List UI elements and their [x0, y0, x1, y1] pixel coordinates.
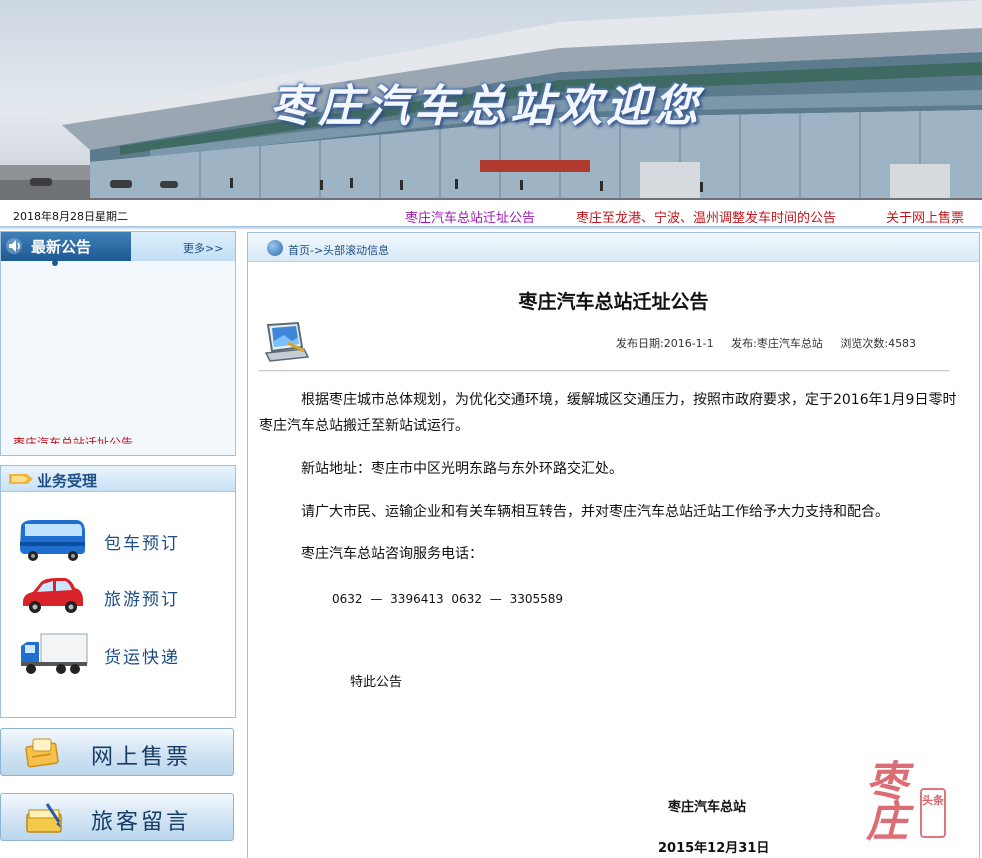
top-link-relocation-notice[interactable]: 枣庄汽车总站迁址公告 [405, 207, 535, 226]
current-date: 2018年8月28日星期二 [13, 210, 128, 223]
passenger-message-button[interactable]: 旅客留言 [0, 793, 234, 841]
publisher: 发布:枣庄汽车总站 [731, 337, 823, 350]
truck-icon [21, 633, 88, 674]
globe-icon [267, 240, 283, 256]
article-paragraph-4: 枣庄汽车总站咨询服务电话： [301, 546, 483, 562]
tab-pointer [52, 260, 58, 266]
watermark-seal: 头条 [920, 788, 946, 838]
bus-icon [20, 520, 85, 561]
car-icon [23, 578, 83, 613]
latest-notices-tab: 最新公告 [1, 232, 131, 261]
signature-date: 2015年12月31日 [658, 841, 770, 856]
signature-organization: 枣庄汽车总站 [668, 800, 747, 815]
online-ticketing-button[interactable]: 网上售票 [0, 728, 234, 776]
view-count: 浏览次数:4583 [840, 337, 917, 350]
charter-booking-item[interactable]: 包车预订 [17, 516, 227, 564]
scrolling-notice-text: 枣庄汽车总站迁址公告 [13, 436, 134, 444]
tour-booking-item[interactable]: 旅游预订 [17, 572, 227, 620]
header-banner: 枣庄汽车总站欢迎您 [0, 0, 982, 200]
computer-notice-icon [264, 321, 310, 362]
publish-date: 发布日期:2016-1-1 [616, 337, 714, 350]
speaker-icon [6, 238, 22, 254]
freight-delivery-label: 货运快递 [104, 648, 180, 668]
article-paragraph-2: 新站地址：枣庄市中区光明东路与东外环路交汇处。 [301, 461, 623, 477]
closing-remark: 特此公告 [350, 675, 403, 690]
charter-booking-label: 包车预订 [104, 534, 180, 554]
article-divider [259, 370, 949, 372]
article-title: 枣庄汽车总站迁址公告 [518, 291, 709, 313]
tour-booking-label: 旅游预订 [104, 590, 180, 610]
article-paragraph-3: 请广大市民、运输企业和有关车辆相互转告，并对枣庄汽车总站迁站工作给予大力支持和配… [301, 504, 889, 520]
services-header: 业务受理 [1, 466, 235, 492]
online-ticketing-label: 网上售票 [91, 745, 192, 770]
passenger-message-label: 旅客留言 [91, 810, 192, 835]
toutiao-watermark: 枣庄 头条 [862, 760, 962, 850]
article-meta: 发布日期:2016-1-1 发布:枣庄汽车总站 浏览次数:4583 [616, 335, 930, 351]
ticket-icon [25, 738, 59, 768]
services-title: 业务受理 [37, 472, 98, 490]
header-divider [0, 226, 982, 230]
message-icon [26, 803, 62, 833]
latest-notices-panel: 最新公告 更多>> 枣庄汽车总站迁址公告 [0, 231, 236, 456]
freight-delivery-item[interactable]: 货运快递 [17, 630, 227, 678]
banner-welcome-title: 枣庄汽车总站欢迎您 [270, 81, 702, 132]
top-marquee-links: 枣庄汽车总站迁址公告 枣庄至龙港、宁波、温州调整发车时间的公告 关于网上售票 [405, 207, 982, 227]
scrolling-notice[interactable]: 枣庄汽车总站迁址公告 [13, 432, 233, 444]
more-notices-link[interactable]: 更多>> [183, 240, 223, 256]
arrow-badge-icon [9, 474, 33, 484]
article-paragraph-1: 根据枣庄城市总体规划，为优化交通环境，缓解城区交通压力，按照市政府要求，定于20… [259, 392, 957, 434]
top-link-online-ticketing[interactable]: 关于网上售票 [886, 207, 964, 226]
latest-notices-header: 最新公告 更多>> [1, 232, 235, 266]
hotline-numbers: 0632 — 3396413 0632 — 3305589 [332, 592, 564, 606]
top-link-schedule-change[interactable]: 枣庄至龙港、宁波、温州调整发车时间的公告 [576, 207, 836, 226]
watermark-text: 枣庄 [866, 757, 909, 846]
services-panel: 业务受理 包车预订 旅游预订 货运快递 [0, 465, 236, 718]
breadcrumb-text[interactable]: 首页->头部滚动信息 [288, 242, 389, 258]
breadcrumb: 首页->头部滚动信息 [248, 233, 979, 262]
latest-notices-title: 最新公告 [31, 238, 92, 256]
